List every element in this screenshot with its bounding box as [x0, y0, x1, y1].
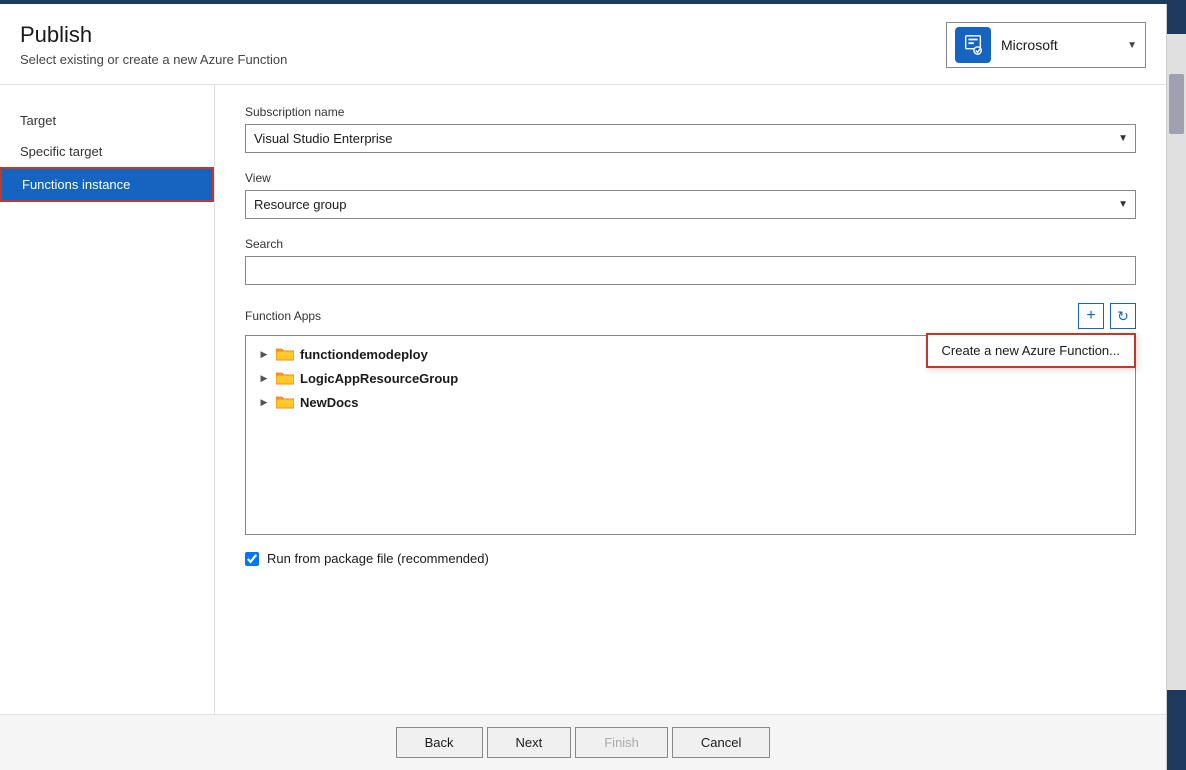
sidebar-item-specific-target[interactable]: Specific target [0, 136, 214, 167]
function-apps-actions: + ↻ Create a new Azure Function... [1078, 303, 1136, 329]
sidebar-top-strip [1167, 4, 1186, 34]
subscription-select-wrapper: Visual Studio Enterprise ▼ [245, 124, 1136, 153]
left-nav: Target Specific target Functions instanc… [0, 85, 215, 714]
account-dropdown-arrow: ▼ [1127, 40, 1137, 51]
function-apps-section: Function Apps + ↻ Create a new Azure Fun… [245, 303, 1136, 535]
page-title: Publish [20, 22, 287, 48]
account-selector[interactable]: Microsoft ▼ [946, 22, 1146, 68]
header-top: Publish Select existing or create a new … [20, 22, 1146, 68]
sidebar-scrollbar[interactable] [1167, 34, 1186, 690]
search-input[interactable] [245, 256, 1136, 285]
view-select[interactable]: Resource group [245, 190, 1136, 219]
plus-icon: + [1086, 307, 1095, 325]
next-button[interactable]: Next [487, 727, 572, 758]
sidebar-bottom-strip [1167, 690, 1186, 770]
function-apps-header: Function Apps + ↻ Create a new Azure Fun… [245, 303, 1136, 329]
sidebar-item-target[interactable]: Target [0, 105, 214, 136]
checkbox-label[interactable]: Run from package file (recommended) [267, 551, 489, 566]
body-area: Target Specific target Functions instanc… [0, 85, 1166, 714]
right-sidebar [1166, 4, 1186, 770]
main-content: Publish Select existing or create a new … [0, 4, 1166, 770]
search-label: Search [245, 237, 1136, 251]
folder-icon-0 [276, 347, 294, 361]
view-label: View [245, 171, 1136, 185]
table-row[interactable]: ▶ LogicAppResourceGroup [246, 366, 1135, 390]
scrollbar-thumb [1169, 74, 1184, 134]
account-name: Microsoft [1001, 37, 1119, 53]
expand-icon-0: ▶ [256, 346, 272, 362]
account-icon [955, 27, 991, 63]
create-tooltip-text: Create a new Azure Function... [942, 343, 1120, 358]
finish-button[interactable]: Finish [575, 727, 668, 758]
subscription-label: Subscription name [245, 105, 1136, 119]
dialog-header: Publish Select existing or create a new … [0, 4, 1166, 85]
run-from-package-checkbox[interactable] [245, 552, 259, 566]
expand-icon-1: ▶ [256, 370, 272, 386]
folder-icon-1 [276, 371, 294, 385]
header-text: Publish Select existing or create a new … [20, 22, 287, 67]
page-subtitle: Select existing or create a new Azure Fu… [20, 52, 287, 67]
checkbox-row: Run from package file (recommended) [245, 551, 1136, 566]
expand-icon-2: ▶ [256, 394, 272, 410]
subscription-select[interactable]: Visual Studio Enterprise [245, 124, 1136, 153]
function-apps-label: Function Apps [245, 309, 321, 323]
sidebar-item-functions-instance[interactable]: Functions instance [0, 167, 214, 202]
subscription-field-group: Subscription name Visual Studio Enterpri… [245, 105, 1136, 153]
bottom-bar: Back Next Finish Cancel [0, 714, 1166, 770]
tree-item-label-0: functiondemodeploy [300, 347, 428, 362]
view-select-wrapper: Resource group ▼ [245, 190, 1136, 219]
create-new-button[interactable]: + [1078, 303, 1104, 329]
dialog-wrapper: Publish Select existing or create a new … [0, 4, 1186, 770]
refresh-button[interactable]: ↻ [1110, 303, 1136, 329]
refresh-icon: ↻ [1117, 308, 1129, 325]
table-row[interactable]: ▶ NewDocs [246, 390, 1135, 414]
create-tooltip[interactable]: Create a new Azure Function... [926, 333, 1136, 368]
search-field-group: Search [245, 237, 1136, 285]
cancel-button[interactable]: Cancel [672, 727, 770, 758]
tree-item-label-2: NewDocs [300, 395, 359, 410]
right-panel: Subscription name Visual Studio Enterpri… [215, 85, 1166, 714]
view-field-group: View Resource group ▼ [245, 171, 1136, 219]
tree-item-label-1: LogicAppResourceGroup [300, 371, 458, 386]
folder-icon-2 [276, 395, 294, 409]
back-button[interactable]: Back [396, 727, 483, 758]
